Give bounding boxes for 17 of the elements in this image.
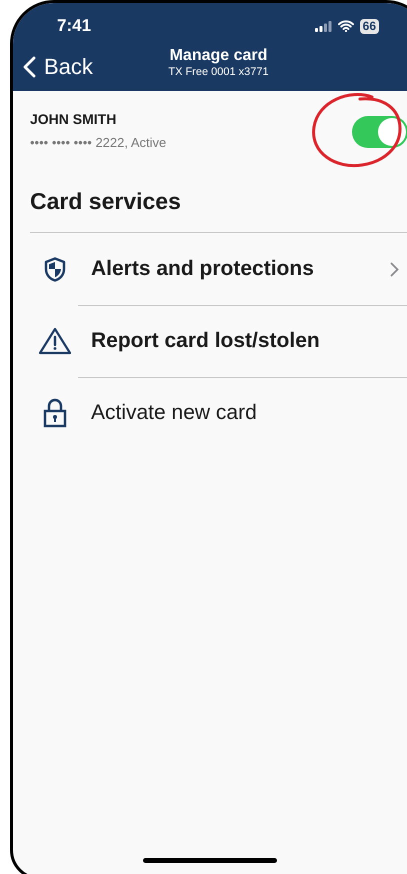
card-toggle[interactable]	[352, 116, 407, 148]
lock-icon	[42, 398, 66, 428]
warning-icon	[38, 327, 72, 355]
battery-level: 66	[360, 18, 379, 34]
service-item[interactable]: Alerts and protections	[13, 233, 407, 305]
chevron-left-icon	[23, 56, 36, 78]
card-number-status: •••• •••• •••• 2222, Active	[30, 135, 166, 150]
screen-subtitle: TX Free 0001 x3771	[168, 66, 269, 78]
signal-icon	[314, 20, 332, 32]
cardholder-name: JOHN SMITH	[30, 111, 118, 127]
back-button[interactable]: Back	[13, 54, 93, 80]
screen-title: Manage card	[170, 47, 268, 65]
status-time: 7:41	[57, 16, 92, 36]
wifi-icon	[338, 20, 354, 32]
chevron-right-icon	[390, 262, 399, 276]
section-title: Card services	[30, 188, 407, 233]
shield-icon	[44, 256, 66, 282]
